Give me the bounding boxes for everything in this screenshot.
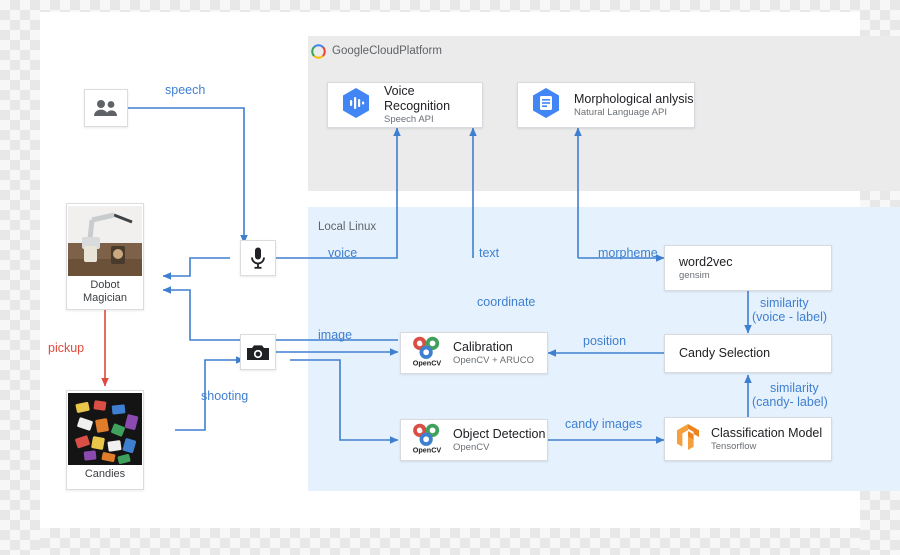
svg-text:OpenCV: OpenCV [413, 445, 442, 454]
natural-language-api-icon [530, 87, 562, 124]
node-subtitle-word2vec: gensim [679, 269, 710, 281]
edge-label-text: text [479, 246, 500, 260]
diagram-canvas: GoogleCloudPlatform Local Linux Dobot Ma… [0, 0, 900, 555]
node-title-morphological-analysis: Morphological anlysis [574, 91, 694, 106]
node-title-calibration: Calibration [453, 339, 513, 354]
node-subtitle-voice-recognition: Speech API [384, 114, 434, 125]
candies-photo [68, 393, 142, 465]
node-subtitle-calibration: OpenCV + ARUCO [453, 354, 535, 366]
node-subtitle-object-detection: OpenCV [453, 441, 490, 453]
microphone-icon [251, 247, 265, 269]
node-word2vec[interactable]: word2vec gensim [664, 245, 832, 291]
opencv-icon: OpenCV [410, 334, 444, 373]
node-morphological-analysis[interactable]: Morphological anlysis Natural Language A… [517, 82, 695, 128]
svg-text:OpenCV: OpenCV [413, 358, 442, 367]
node-users[interactable] [84, 89, 128, 127]
node-dobot-magician[interactable]: Dobot Magician [66, 203, 144, 310]
edge-label-similarity-voice-label-line1: similarity [760, 296, 809, 310]
node-title-voice-recognition: Voice Recognition [384, 84, 451, 113]
edge-label-candy-images: candy images [565, 417, 643, 431]
robot-arm-photo [68, 206, 142, 276]
node-classification-model[interactable]: Classification Model Tensorflow [664, 417, 832, 461]
node-candy-selection[interactable]: Candy Selection [664, 334, 832, 373]
node-voice-recognition[interactable]: Voice Recognition Speech API [327, 82, 483, 128]
candies-graphic [68, 393, 142, 465]
node-label-dobot-line2: Magician [82, 292, 128, 304]
edge-label-similarity-candy-label-line1: similarity [770, 381, 819, 395]
edge-label-voice: voice [328, 246, 358, 260]
edge-label-morpheme: morpheme [598, 246, 658, 260]
node-camera[interactable] [240, 334, 276, 370]
node-calibration[interactable]: OpenCV Calibration OpenCV + ARUCO [400, 332, 548, 374]
node-title-classification-model: Classification Model [711, 425, 823, 440]
edge-label-similarity-voice-label-line2: (voice - label) [752, 310, 828, 324]
opencv-icon: OpenCV [410, 421, 444, 460]
node-microphone[interactable] [240, 240, 276, 276]
edge-label-pickup: pickup [48, 341, 85, 355]
camera-icon [247, 344, 269, 360]
node-title-object-detection: Object Detection [453, 426, 546, 441]
node-label-candies: Candies [84, 468, 126, 480]
edge-label-similarity-candy-label-line2: (candy- label) [752, 395, 828, 409]
node-object-detection[interactable]: OpenCV Object Detection OpenCV [400, 419, 548, 461]
node-candies[interactable]: Candies [66, 390, 144, 490]
node-title-candy-selection: Candy Selection [679, 346, 771, 360]
node-subtitle-morphological-analysis: Natural Language API [574, 106, 667, 118]
edge-label-coordinate: coordinate [477, 295, 536, 309]
edge-label-speech: speech [165, 83, 206, 97]
node-label-dobot-line1: Dobot [90, 279, 120, 291]
edge-label-position: position [583, 334, 627, 348]
people-icon [94, 100, 117, 116]
robot-arm-graphic [68, 206, 142, 276]
edge-label-image: image [318, 328, 353, 342]
edge-label-shooting: shooting [201, 389, 249, 403]
tensorflow-icon [675, 423, 701, 456]
node-subtitle-classification-model: Tensorflow [711, 440, 757, 452]
node-title-word2vec: word2vec [679, 254, 733, 269]
speech-api-icon [340, 87, 372, 124]
